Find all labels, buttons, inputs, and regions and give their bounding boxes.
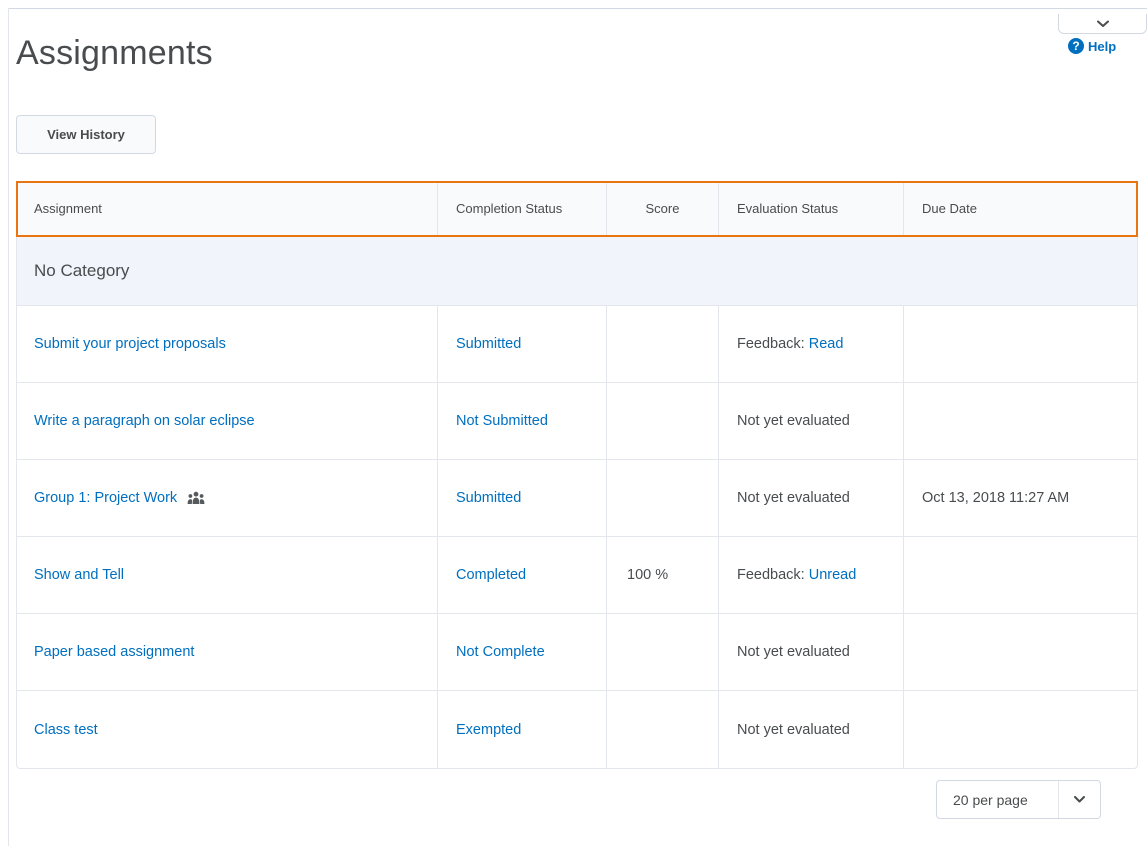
group-icon [187,491,205,505]
question-circle-icon: ? [1068,38,1084,54]
due-date-cell [904,306,1138,383]
evaluation-status-cell: Feedback: Read [719,306,904,383]
evaluation-status-cell: Not yet evaluated [719,383,904,460]
score-cell: 100 % [607,537,719,614]
category-label: No Category [16,236,1138,306]
score-cell [607,691,719,768]
due-date-cell [904,614,1138,691]
feedback-label: Feedback: [737,336,805,352]
evaluation-status-cell: Not yet evaluated [719,691,904,768]
table-row: Show and Tell Completed 100 % Feedback: … [16,537,1138,614]
feedback-label: Feedback: [737,567,805,583]
assignment-link[interactable]: Show and Tell [34,567,124,583]
assignment-link[interactable]: Submit your project proposals [34,336,226,352]
table-row: Paper based assignment Not Complete Not … [16,614,1138,691]
column-header-score: Score [607,181,719,236]
evaluation-status-cell: Feedback: Unread [719,537,904,614]
page-title: Assignments [16,34,213,72]
feedback-status-link[interactable]: Read [809,336,844,352]
score-cell [607,383,719,460]
assignments-table: Assignment Completion Status Score Evalu… [16,181,1138,768]
table-row: Write a paragraph on solar eclipse Not S… [16,383,1138,460]
due-date-cell [904,691,1138,768]
left-divider [8,8,9,846]
chevron-down-icon [1074,796,1085,803]
score-cell [607,460,719,537]
help-link[interactable]: ? Help [1068,38,1116,54]
page-size-value: 20 per page [953,791,1028,808]
table-row: Submit your project proposals Submitted … [16,306,1138,383]
view-history-button[interactable]: View History [16,115,156,154]
completion-status-link[interactable]: Submitted [456,490,521,506]
column-header-due-date: Due Date [904,181,1138,236]
assignment-link[interactable]: Paper based assignment [34,644,194,660]
column-header-assignment: Assignment [16,181,438,236]
chevron-down-icon [1096,20,1109,27]
due-date-cell [904,537,1138,614]
page-size-dropdown-toggle[interactable] [1058,781,1100,818]
due-date-cell [904,383,1138,460]
page-size-select[interactable]: 20 per page [936,780,1101,819]
column-header-evaluation-status: Evaluation Status [719,181,904,236]
assignment-link[interactable]: Group 1: Project Work [34,490,177,506]
table-header-row: Assignment Completion Status Score Evalu… [16,181,1138,236]
column-header-completion-status: Completion Status [438,181,607,236]
assignment-link[interactable]: Class test [34,722,98,738]
score-cell [607,614,719,691]
completion-status-link[interactable]: Exempted [456,722,521,738]
collapse-header-button[interactable] [1058,14,1147,34]
help-label: Help [1088,38,1117,54]
table-row: Group 1: Project Work Submitted Not yet … [16,460,1138,537]
completion-status-link[interactable]: Completed [456,567,526,583]
completion-status-link[interactable]: Submitted [456,336,521,352]
table-row: Class test Exempted Not yet evaluated [16,691,1138,768]
due-date-cell: Oct 13, 2018 11:27 AM [904,460,1138,537]
assignment-link[interactable]: Write a paragraph on solar eclipse [34,413,255,429]
category-row: No Category [16,236,1138,306]
completion-status-link[interactable]: Not Submitted [456,413,548,429]
evaluation-status-cell: Not yet evaluated [719,614,904,691]
top-divider [8,8,1147,9]
completion-status-link[interactable]: Not Complete [456,644,545,660]
score-cell [607,306,719,383]
evaluation-status-cell: Not yet evaluated [719,460,904,537]
assignments-page: ? Help Assignments View History Assignme… [0,0,1147,846]
feedback-status-link[interactable]: Unread [809,567,857,583]
